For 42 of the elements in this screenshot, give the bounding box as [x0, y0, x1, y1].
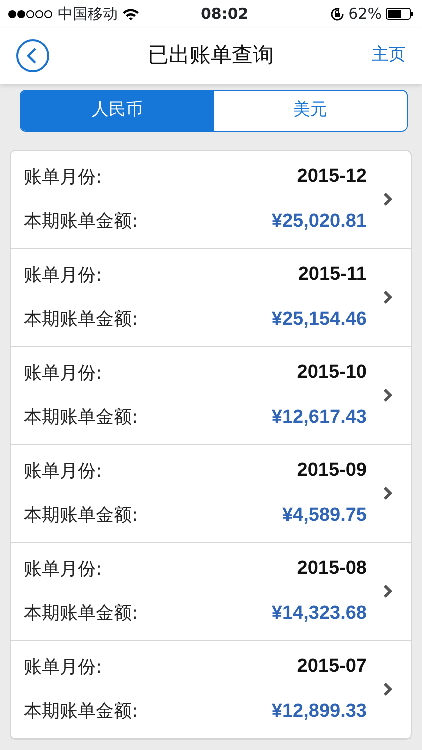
- field-label: 账单月份:: [24, 460, 102, 484]
- bill-month: 2015-09: [297, 459, 367, 483]
- home-link[interactable]: 主页: [372, 43, 406, 69]
- bill-amount: ¥4,589.75: [282, 504, 367, 528]
- field-label: 本期账单金额:: [24, 308, 138, 332]
- bill-month: 2015-11: [298, 263, 367, 287]
- chevron-icon[interactable]: [383, 584, 393, 599]
- field-label: 本期账单金额:: [24, 406, 138, 430]
- wifi-icon: [122, 8, 140, 20]
- chevron-icon[interactable]: [383, 682, 393, 697]
- signal-icon: [8, 10, 54, 18]
- currency-tab[interactable]: 美元: [214, 91, 407, 131]
- bill-amount: ¥25,020.81: [272, 210, 367, 234]
- bill-amount: ¥12,899.33: [272, 700, 367, 724]
- battery-percent: 62%: [348, 4, 382, 25]
- field-label: 本期账单金额:: [24, 700, 138, 724]
- rotation-lock-icon: [330, 6, 345, 22]
- field-label: 本期账单金额:: [24, 504, 138, 528]
- field-label: 本期账单金额:: [24, 210, 138, 234]
- chevron-icon[interactable]: [383, 486, 393, 501]
- bill-month: 2015-10: [297, 361, 367, 385]
- back-icon[interactable]: [16, 39, 50, 73]
- carrier-name: 中国移动: [58, 4, 118, 25]
- bill-month: 2015-07: [297, 655, 367, 679]
- page-title: 已出账单查询: [148, 42, 274, 70]
- chevron-icon[interactable]: [383, 290, 393, 305]
- bill-amount: ¥25,154.46: [272, 308, 367, 332]
- field-label: 账单月份:: [24, 264, 102, 288]
- field-label: 账单月份:: [24, 558, 102, 582]
- chevron-icon[interactable]: [383, 192, 393, 207]
- currency-tab[interactable]: 人民币: [21, 91, 214, 131]
- field-label: 账单月份:: [24, 656, 102, 680]
- bill-month: 2015-08: [297, 557, 367, 581]
- bill-amount: ¥12,617.43: [272, 406, 367, 430]
- battery-icon: [386, 8, 414, 20]
- status-time: 08:02: [200, 4, 249, 25]
- chevron-icon[interactable]: [383, 388, 393, 403]
- field-label: 本期账单金额:: [24, 602, 138, 626]
- field-label: 账单月份:: [24, 166, 102, 190]
- bill-amount: ¥14,323.68: [272, 602, 367, 626]
- bill-month: 2015-12: [297, 165, 367, 189]
- field-label: 账单月份:: [24, 362, 102, 386]
